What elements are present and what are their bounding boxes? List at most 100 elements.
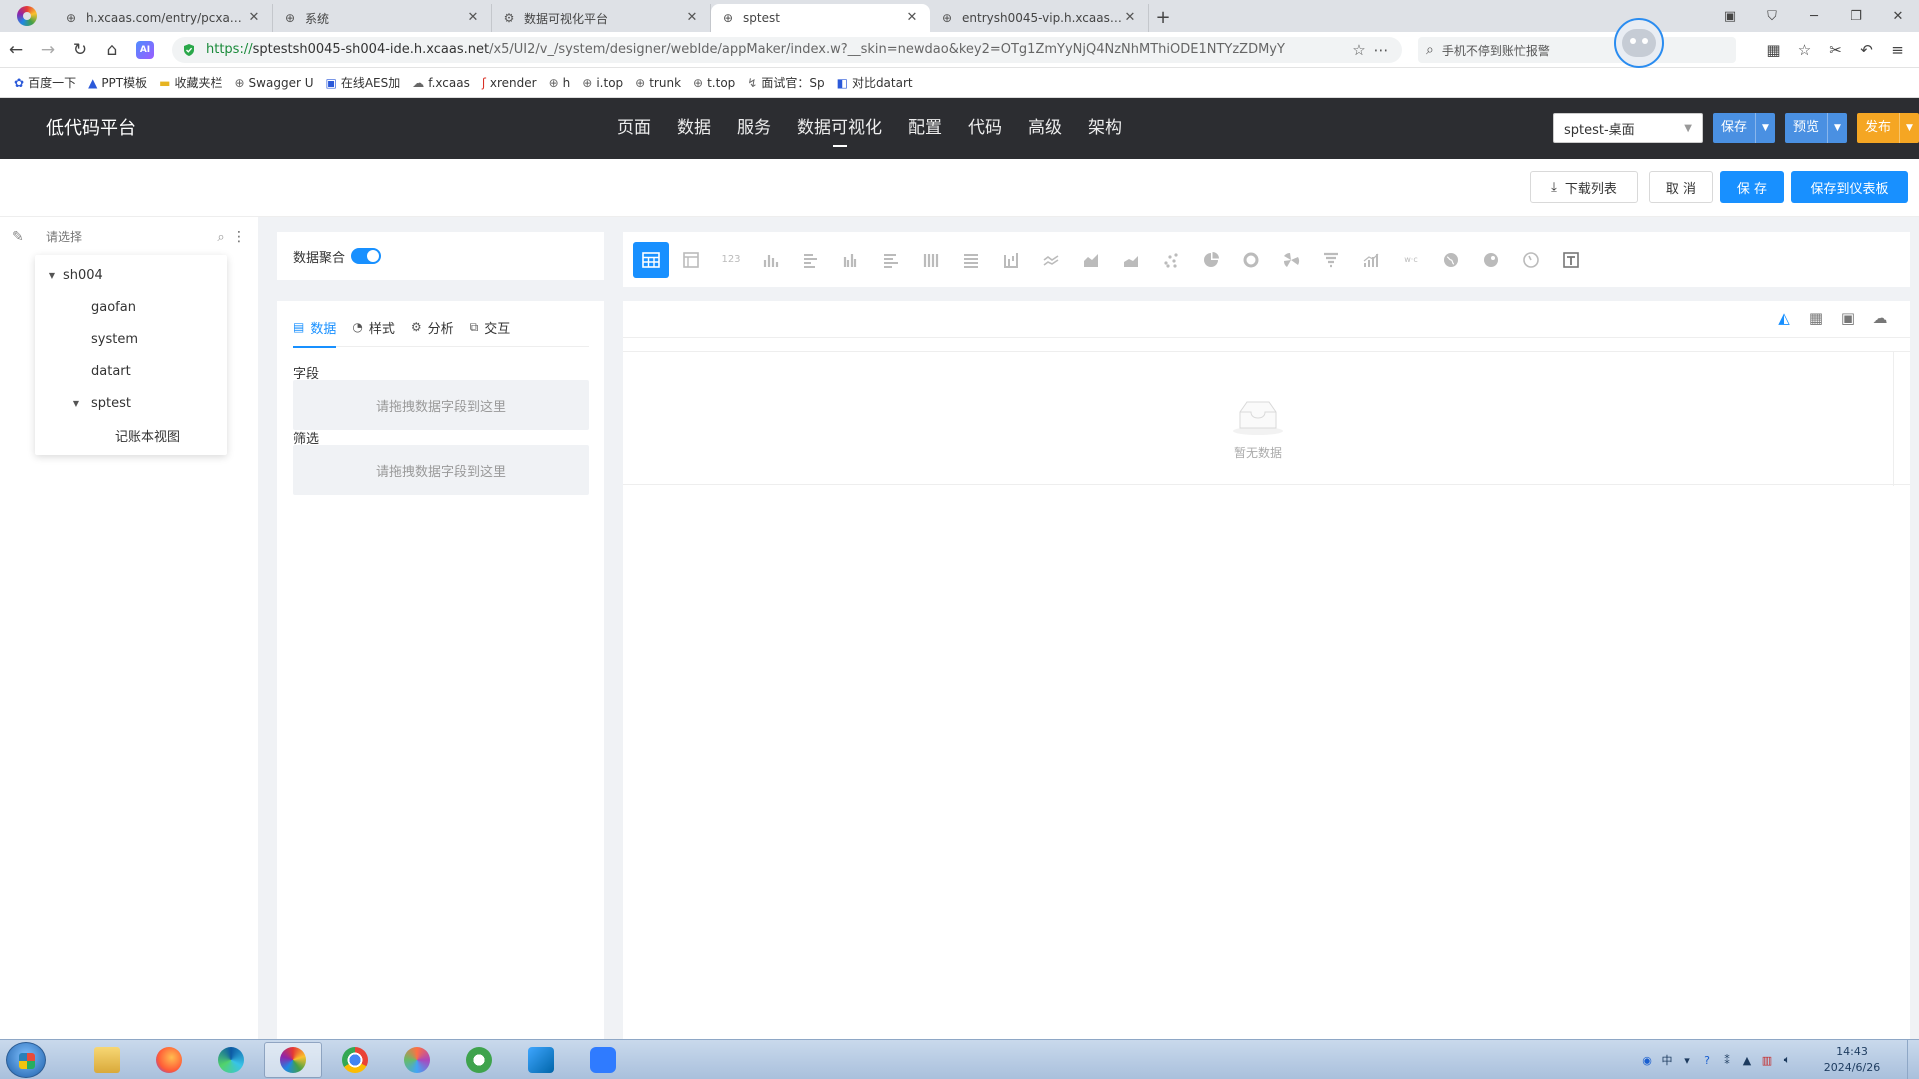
dataview-select-input[interactable] [46, 230, 212, 244]
save-to-dashboard-button[interactable]: 保存到仪表板 [1791, 171, 1908, 203]
aggregate-toggle[interactable] [351, 248, 382, 264]
grouped-bar-icon[interactable] [833, 242, 869, 278]
restore-icon[interactable]: ❐ [1835, 9, 1877, 24]
ime-indicator[interactable]: 中 [1657, 1052, 1677, 1068]
ime-settings-icon[interactable]: ▾ [1677, 1054, 1697, 1067]
tray-app-icon[interactable]: ◉ [1637, 1054, 1657, 1067]
rose-chart-icon[interactable] [1273, 242, 1309, 278]
new-tab-button[interactable]: + [1149, 4, 1177, 32]
bookmark-item[interactable]: ▲ PPT模板 [88, 74, 147, 91]
browser-logo-icon[interactable] [0, 0, 54, 32]
undo-icon[interactable]: ↶ [1851, 41, 1882, 59]
edge-icon[interactable] [202, 1042, 260, 1078]
sql-view-icon[interactable]: ▣ [1832, 309, 1864, 327]
bookmark-item[interactable]: ⊕ t.top [693, 76, 735, 90]
header-save-button[interactable]: 保存 [1712, 113, 1755, 143]
stacked-area-icon[interactable] [1113, 242, 1149, 278]
publish-button[interactable]: 发布 [1856, 113, 1899, 143]
bookmark-item[interactable]: ◧ 对比datart [837, 74, 913, 91]
line-chart-icon[interactable] [1033, 242, 1069, 278]
bookmark-item[interactable]: ⊕ Swagger U [234, 76, 313, 90]
browser-tab-3[interactable]: ⚙ 数据可视化平台 ✕ [492, 4, 711, 32]
browser-360-alt-icon[interactable] [388, 1042, 446, 1078]
help-icon[interactable]: ? [1697, 1054, 1717, 1067]
field-dropzone[interactable]: 请拖拽数据字段到这里 [293, 380, 589, 430]
bookmark-item[interactable]: ⊕ trunk [635, 76, 681, 90]
system-clock[interactable]: 14:43 2024/6/26 [1797, 1044, 1907, 1076]
ai-assistant-icon[interactable]: AI [136, 40, 154, 59]
tab-close-icon[interactable]: ✕ [465, 10, 481, 26]
tree-node[interactable]: system [35, 323, 227, 355]
tree-node[interactable]: gaofan [35, 291, 227, 323]
bookmark-item[interactable]: ☁ f.xcaas [412, 76, 470, 90]
browser-tab-4[interactable]: ⊕ sptest ✕ [711, 4, 930, 32]
table-chart-icon[interactable] [633, 241, 669, 278]
table-view-icon[interactable]: ▦ [1800, 309, 1832, 327]
browser-tab-2[interactable]: ⊕ 系统 ✕ [273, 4, 492, 32]
close-window-icon[interactable]: ✕ [1877, 9, 1919, 24]
area-chart-view-icon[interactable]: ◭ [1768, 309, 1800, 327]
preview-button[interactable]: 预览 [1784, 113, 1827, 143]
back-icon[interactable]: ← [0, 34, 32, 66]
tab-close-icon[interactable]: ✕ [1122, 10, 1138, 26]
nav-item-advanced[interactable]: 高级 [1015, 98, 1075, 159]
bar-chart-icon[interactable] [753, 242, 789, 278]
menu-icon[interactable]: ≡ [1882, 41, 1913, 59]
more-vertical-icon[interactable]: ⋮ [230, 229, 248, 245]
chrome-icon[interactable] [326, 1042, 384, 1078]
scissors-icon[interactable]: ✂ [1820, 41, 1851, 59]
caret-down-icon[interactable]: ▼ [69, 399, 83, 408]
show-hidden-icons[interactable]: ▲ [1737, 1054, 1757, 1067]
cancel-button[interactable]: 取 消 [1649, 171, 1713, 203]
cloud-download-icon[interactable]: ☁ [1864, 309, 1896, 327]
scatter-map-icon[interactable] [1473, 242, 1509, 278]
show-desktop-button[interactable] [1907, 1040, 1919, 1079]
tab-style[interactable]: ◔ 样式 [352, 307, 395, 347]
waterfall-icon[interactable] [993, 242, 1029, 278]
edit-icon[interactable]: ✎ [12, 229, 32, 245]
rich-text-icon[interactable] [1553, 242, 1589, 278]
browser-tab-1[interactable]: ⊕ h.xcaas.com/entry/pcxapp/ ✕ [54, 4, 273, 32]
stacked-horizontal-bar-icon[interactable] [873, 242, 909, 278]
tab-count-icon[interactable]: ▣ [1709, 9, 1751, 24]
nav-item-config[interactable]: 配置 [895, 98, 955, 159]
minimize-icon[interactable]: ─ [1793, 9, 1835, 24]
favorites-icon[interactable]: ☆ [1789, 41, 1820, 59]
browser-search-box[interactable]: ⌕ 手机不停到账忙报警 [1418, 37, 1736, 63]
volume-icon[interactable]: 🔈︎ [1777, 1053, 1797, 1067]
pivot-table-icon[interactable] [673, 242, 709, 278]
ie-icon[interactable] [450, 1042, 508, 1078]
tray-toggle-icon[interactable]: ⁑ [1717, 1054, 1737, 1067]
donut-chart-icon[interactable] [1233, 242, 1269, 278]
caret-down-icon[interactable]: ▼ [1826, 113, 1847, 143]
number-card-icon[interactable]: 123 [713, 242, 749, 278]
address-bar[interactable]: https://sptestsh0045-sh004-ide.h.xcaas.n… [172, 36, 1402, 63]
funnel-icon[interactable] [1313, 242, 1349, 278]
tab-close-icon[interactable]: ✕ [246, 10, 262, 26]
apps-grid-icon[interactable]: ▦ [1758, 41, 1789, 59]
save-button[interactable]: 保 存 [1720, 171, 1784, 203]
bookmark-item[interactable]: ⊕ i.top [582, 76, 623, 90]
caret-down-icon[interactable]: ▼ [1899, 113, 1919, 143]
shirt-icon[interactable]: ⛉ [1751, 9, 1793, 24]
caret-down-icon[interactable]: ▼ [1754, 113, 1775, 143]
horizontal-bar-icon[interactable] [793, 242, 829, 278]
nav-item-service[interactable]: 服务 [724, 98, 784, 159]
tab-interaction[interactable]: ⧉ 交互 [470, 307, 511, 347]
area-chart-icon[interactable] [1073, 242, 1109, 278]
reload-icon[interactable]: ↻ [64, 34, 96, 66]
browser-360-icon[interactable] [264, 1042, 322, 1078]
browser-tab-5[interactable]: ⊕ entrysh0045-vip.h.xcaas.net ✕ [930, 4, 1149, 32]
home-icon[interactable]: ⌂ [96, 34, 128, 66]
project-select[interactable]: sptest-桌面 ▼ [1552, 113, 1703, 143]
gauge-icon[interactable] [1513, 242, 1549, 278]
tree-node-root[interactable]: ▼ sh004 [35, 259, 227, 291]
tab-close-icon[interactable]: ✕ [684, 10, 700, 26]
star-icon[interactable]: ☆ [1348, 41, 1370, 59]
tree-node[interactable]: datart [35, 355, 227, 387]
bookmark-item[interactable]: ↯ 面试官：Sp [747, 74, 824, 91]
download-list-button[interactable]: ⤓ 下载列表 [1530, 171, 1638, 203]
file-explorer-icon[interactable] [78, 1042, 136, 1078]
feishu-icon[interactable] [574, 1042, 632, 1078]
nav-item-architecture[interactable]: 架构 [1075, 98, 1135, 159]
